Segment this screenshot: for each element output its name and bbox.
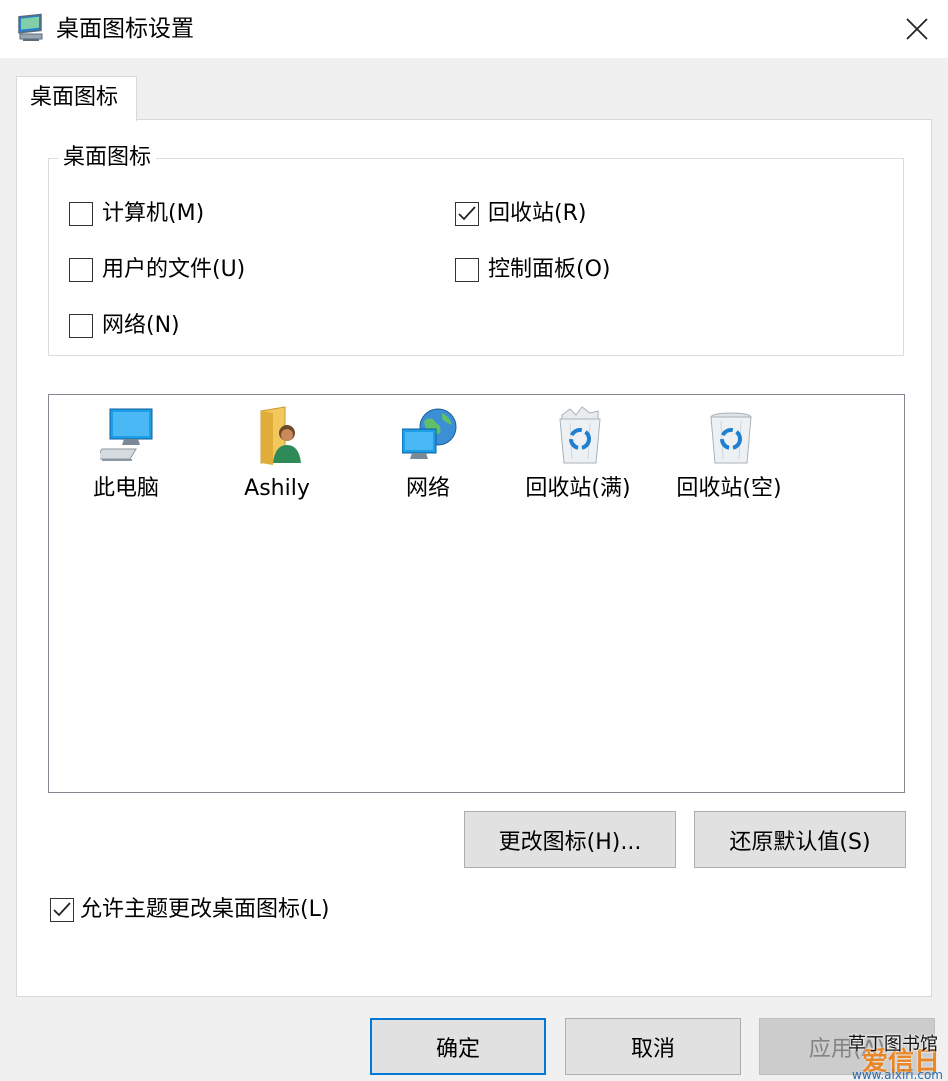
cancel-button[interactable]: 取消 <box>565 1018 741 1075</box>
restore-default-button[interactable]: 还原默认值(S) <box>694 811 906 868</box>
checkbox-recycle-bin[interactable]: 回收站(R) <box>455 200 586 228</box>
close-button[interactable] <box>886 0 948 58</box>
icon-item-recycle-bin-full[interactable]: 回收站(满) <box>508 401 648 501</box>
recycle-bin-empty-icon <box>703 405 759 465</box>
checkbox-allow-themes[interactable]: 允许主题更改桌面图标(L) <box>50 896 329 924</box>
checkbox-box[interactable] <box>69 202 93 226</box>
icon-label: Ashily <box>244 476 310 501</box>
icon-label: 回收站(空) <box>676 476 782 501</box>
checkbox-box[interactable] <box>455 202 479 226</box>
checkbox-user-files[interactable]: 用户的文件(U) <box>69 256 245 284</box>
user-folder-icon <box>251 405 307 465</box>
icon-item-network[interactable]: 网络 <box>358 401 498 501</box>
icon-item-this-pc[interactable]: 此电脑 <box>56 401 196 501</box>
icon-label: 回收站(满) <box>525 476 631 501</box>
checkbox-box[interactable] <box>50 898 74 922</box>
icon-item-recycle-bin-empty[interactable]: 回收站(空) <box>659 401 799 501</box>
checkbox-label: 计算机(M) <box>102 201 205 226</box>
watermark-text: 草丁图书馆 <box>848 1034 938 1055</box>
checkbox-label: 允许主题更改桌面图标(L) <box>80 897 330 922</box>
checkbox-label: 网络(N) <box>102 313 180 338</box>
checkbox-box[interactable] <box>69 258 93 282</box>
checkbox-label: 回收站(R) <box>488 201 587 226</box>
icon-item-user-folder[interactable]: Ashily <box>207 401 347 501</box>
checkmark-icon <box>53 902 71 917</box>
checkbox-computer[interactable]: 计算机(M) <box>69 200 204 228</box>
icon-label: 此电脑 <box>92 476 159 501</box>
checkbox-network[interactable]: 网络(N) <box>69 312 180 340</box>
checkbox-label: 控制面板(O) <box>488 257 611 282</box>
ok-button[interactable]: 确定 <box>370 1018 546 1075</box>
watermark-logo: 爱信日 草丁图书馆 www.aixiri.com <box>848 1030 946 1081</box>
checkmark-icon <box>458 206 476 221</box>
checkbox-control-panel[interactable]: 控制面板(O) <box>455 256 610 284</box>
checkbox-label: 用户的文件(U) <box>102 257 246 282</box>
close-icon <box>906 18 928 40</box>
icon-list-view[interactable]: 此电脑 Ashily 网络 回收站(满) 回收站(空) <box>48 394 905 793</box>
checkbox-box[interactable] <box>69 314 93 338</box>
recycle-bin-full-icon <box>552 405 608 465</box>
tab-desktop-icons[interactable]: 桌面图标 <box>16 76 137 121</box>
checkbox-box[interactable] <box>455 258 479 282</box>
computer-icon <box>95 405 156 465</box>
window-title: 桌面图标设置 <box>56 16 194 42</box>
icon-label: 网络 <box>405 476 450 501</box>
watermark-url: www.aixiri.com <box>852 1068 943 1081</box>
title-bar: 桌面图标设置 <box>0 0 948 58</box>
change-icon-button[interactable]: 更改图标(H)... <box>464 811 676 868</box>
desktop-settings-icon <box>17 13 45 43</box>
groupbox-legend: 桌面图标 <box>58 144 157 172</box>
tab-label: 桌面图标 <box>30 85 119 110</box>
network-icon <box>401 405 458 465</box>
